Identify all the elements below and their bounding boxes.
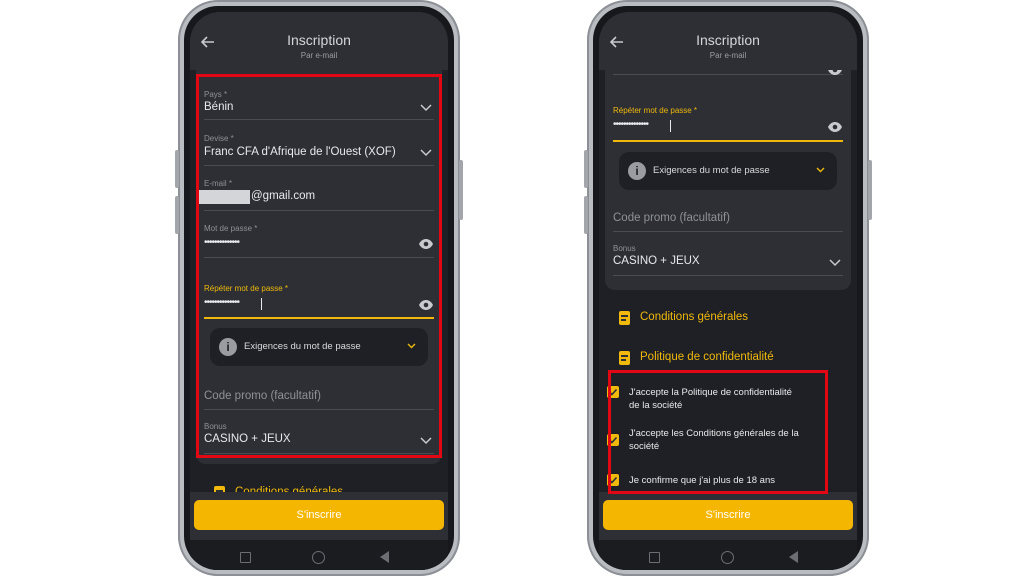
field-underline: [613, 275, 843, 276]
field-underline: [613, 231, 843, 232]
text-cursor: [670, 120, 671, 132]
back-triangle-icon[interactable]: [789, 551, 798, 563]
chevron-down-icon: [829, 259, 841, 267]
promo-code-placeholder: Code promo (facultatif): [613, 212, 730, 224]
page-title: Inscription: [287, 32, 351, 48]
eye-icon[interactable]: [827, 121, 843, 133]
phone-side-button: [175, 196, 179, 234]
field-underline-active: [613, 140, 843, 142]
document-icon: [619, 311, 630, 325]
bottom-bar: S'inscrire: [599, 492, 857, 570]
highlight-frame: [196, 74, 442, 458]
highlight-frame: [608, 370, 828, 494]
promo-code-input[interactable]: Code promo (facultatif): [613, 210, 843, 232]
repeat-password-value: ••••••••••••••: [613, 119, 649, 130]
conditions-label: Conditions générales: [640, 311, 749, 323]
conditions-link[interactable]: Conditions générales: [599, 309, 857, 331]
phone-side-button: [584, 196, 588, 234]
app-header: Inscription Par e-mail: [190, 12, 448, 70]
recent-apps-icon[interactable]: [649, 552, 660, 563]
phone-side-button: [584, 150, 588, 188]
repeat-password-label: Répéter mot de passe *: [613, 106, 698, 115]
registration-form: Répéter mot de passe * •••••••••••••• i …: [605, 52, 851, 290]
repeat-password-field[interactable]: Répéter mot de passe * ••••••••••••••: [613, 106, 843, 142]
password-requirements-toggle[interactable]: i Exigences du mot de passe: [619, 152, 837, 190]
signup-button[interactable]: S'inscrire: [194, 500, 444, 530]
privacy-policy-link[interactable]: Politique de confidentialité: [599, 349, 857, 371]
home-icon[interactable]: [721, 551, 734, 564]
phone-side-button: [175, 150, 179, 188]
system-nav-bar: [599, 540, 857, 570]
chevron-down-icon: [816, 167, 825, 173]
app-header: Inscription Par e-mail: [599, 12, 857, 70]
system-nav-bar: [190, 540, 448, 570]
bottom-bar: S'inscrire: [190, 492, 448, 570]
page-subtitle: Par e-mail: [300, 51, 338, 60]
info-icon: i: [628, 162, 646, 180]
privacy-policy-label: Politique de confidentialité: [640, 351, 774, 363]
phone-side-button: [459, 160, 463, 220]
page-title: Inscription: [696, 32, 760, 48]
bonus-label: Bonus: [613, 244, 636, 253]
field-underline: [613, 74, 843, 75]
home-icon[interactable]: [312, 551, 325, 564]
recent-apps-icon[interactable]: [240, 552, 251, 563]
bonus-value: CASINO + JEUX: [613, 255, 700, 267]
password-requirements-label: Exigences du mot de passe: [653, 165, 770, 176]
phone-side-button: [868, 160, 872, 220]
signup-button[interactable]: S'inscrire: [603, 500, 853, 530]
page-subtitle: Par e-mail: [709, 51, 747, 60]
document-icon: [619, 351, 630, 365]
bonus-select[interactable]: Bonus CASINO + JEUX: [613, 244, 843, 276]
back-triangle-icon[interactable]: [380, 551, 389, 563]
